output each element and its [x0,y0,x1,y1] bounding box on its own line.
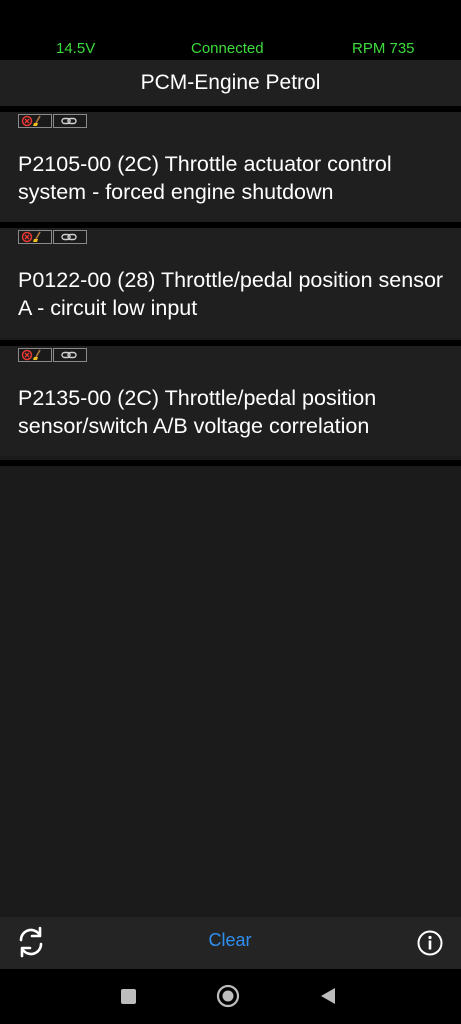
refresh-button[interactable] [14,925,48,959]
bottom-toolbar: Clear [0,917,461,969]
connection-status: Connected [191,40,264,57]
home-icon[interactable] [216,984,240,1008]
app-screen: 14.5V Connected RPM 735 PCM-Engine Petro… [0,0,461,1024]
dtc-actions [18,230,87,244]
page-title: PCM-Engine Petrol [140,71,321,94]
dtc-description: P2135-00 (2C) Throttle/pedal position se… [18,386,377,438]
system-status-bar [0,0,461,38]
back-icon[interactable] [318,986,338,1006]
clear-error-icon[interactable] [18,348,52,362]
dtc-list-item[interactable]: P2135-00 (2C) Throttle/pedal position se… [0,346,461,456]
info-icon [417,930,443,956]
info-button[interactable] [416,929,444,957]
dtc-list-item[interactable]: P2105-00 (2C) Throttle actuator control … [0,112,461,222]
rpm-readout: RPM 735 [352,40,415,57]
recents-icon[interactable] [121,989,136,1004]
dtc-description: P0122-00 (28) Throttle/pedal position se… [18,268,444,320]
dtc-description: P2105-00 (2C) Throttle actuator control … [18,152,392,204]
module-title-bar: PCM-Engine Petrol [0,60,461,106]
refresh-icon [19,926,43,958]
link-icon[interactable] [53,348,87,362]
link-icon[interactable] [53,114,87,128]
clear-error-icon[interactable] [18,114,52,128]
divider [0,460,461,466]
dtc-actions [18,348,87,362]
system-navigation-bar [0,969,461,1024]
link-icon[interactable] [53,230,87,244]
clear-error-icon[interactable] [18,230,52,244]
voltage-readout: 14.5V [56,40,96,57]
clear-button[interactable]: Clear [180,930,280,951]
connection-status-row: 14.5V Connected RPM 735 [0,38,461,60]
dtc-actions [18,114,87,128]
dtc-list-item[interactable]: P0122-00 (28) Throttle/pedal position se… [0,228,461,338]
